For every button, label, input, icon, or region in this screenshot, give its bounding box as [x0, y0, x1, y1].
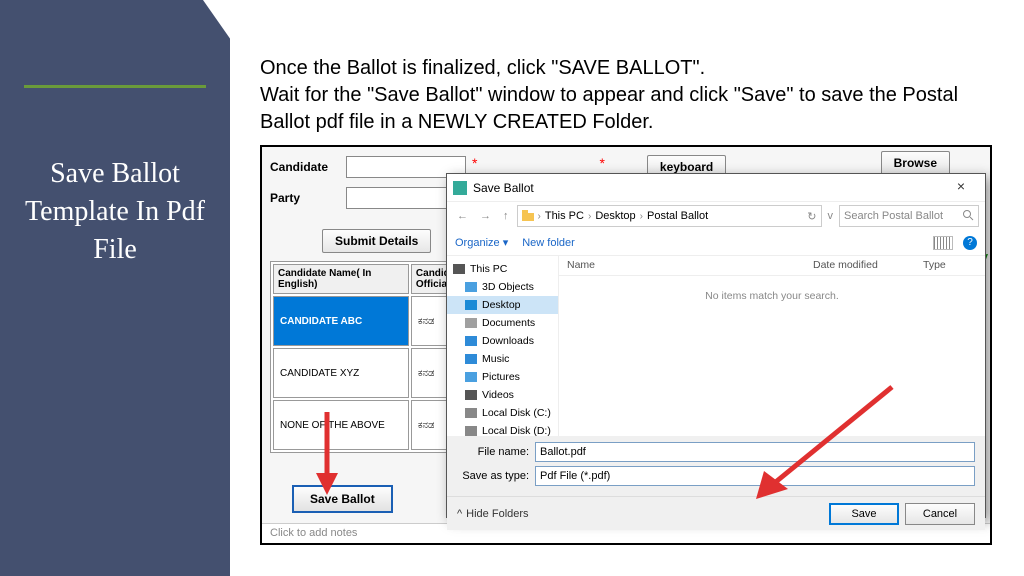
app-icon	[453, 181, 467, 195]
dialog-nav: ← → ↑ › This PC › Desktop › Postal Ballo…	[447, 202, 985, 230]
nav-item[interactable]: This PC	[447, 260, 558, 278]
new-folder-button[interactable]: New folder	[522, 237, 575, 249]
column-name[interactable]: Name	[559, 256, 805, 275]
dialog-footer: ^ Hide Folders Save Cancel	[447, 496, 985, 530]
folder-icon	[465, 354, 477, 364]
file-name-label: File name:	[457, 446, 535, 458]
save-type-label: Save as type:	[457, 470, 535, 482]
folder-icon	[465, 390, 477, 400]
nav-item[interactable]: Documents	[447, 314, 558, 332]
nav-item[interactable]: Music	[447, 350, 558, 368]
dialog-titlebar: Save Ballot ×	[447, 174, 985, 202]
required-star: *	[472, 155, 477, 171]
save-ballot-button[interactable]: Save Ballot	[292, 485, 393, 513]
party-label: Party	[270, 191, 340, 205]
view-icon[interactable]	[933, 236, 953, 250]
folder-icon	[465, 336, 477, 346]
back-icon[interactable]: ←	[453, 210, 472, 222]
required-star: *	[599, 155, 604, 171]
address-bar[interactable]: › This PC › Desktop › Postal Ballot ↻	[517, 205, 822, 227]
up-icon[interactable]: ↑	[499, 210, 513, 222]
slide-sidebar: Save Ballot Template In Pdf File	[0, 0, 230, 576]
empty-message: No items match your search.	[559, 290, 985, 302]
folder-icon	[465, 426, 477, 436]
forward-icon[interactable]: →	[476, 210, 495, 222]
close-icon[interactable]: ×	[943, 178, 979, 198]
cancel-button[interactable]: Cancel	[905, 503, 975, 525]
folder-icon	[453, 264, 465, 274]
folder-icon	[465, 318, 477, 328]
screenshot-frame: Candidate * * keyboard Browse Party Subm…	[260, 145, 992, 545]
sidebar-divider	[24, 85, 206, 88]
dialog-fields: File name: Ballot.pdf Save as type: Pdf …	[447, 436, 985, 496]
column-date[interactable]: Date modified	[805, 256, 915, 275]
nav-item[interactable]: Videos	[447, 386, 558, 404]
folder-icon	[522, 210, 534, 222]
dialog-title: Save Ballot	[473, 181, 943, 195]
search-icon	[962, 209, 974, 221]
folder-icon	[465, 282, 477, 292]
chevron-right-icon: ›	[538, 211, 541, 222]
search-input[interactable]: Search Postal Ballot	[839, 205, 979, 227]
chevron-up-icon: ^	[457, 508, 462, 520]
instruction-text: Once the Ballot is finalized, click "SAV…	[260, 55, 980, 136]
folder-icon	[465, 300, 477, 310]
nav-pane: This PC3D ObjectsDesktopDocumentsDownloa…	[447, 256, 559, 436]
column-type[interactable]: Type	[915, 256, 985, 275]
sidebar-title: Save Ballot Template In Pdf File	[10, 155, 220, 268]
save-dialog: Save Ballot × ← → ↑ › This PC › Desktop …	[446, 173, 986, 518]
hide-folders-toggle[interactable]: ^ Hide Folders	[457, 508, 529, 520]
breadcrumb-part[interactable]: Desktop	[595, 210, 635, 222]
file-name-input[interactable]: Ballot.pdf	[535, 442, 975, 462]
breadcrumb-part[interactable]: This PC	[545, 210, 584, 222]
chevron-right-icon: ›	[640, 211, 643, 222]
nav-item[interactable]: Desktop	[447, 296, 558, 314]
nav-item[interactable]: Local Disk (D:)	[447, 422, 558, 436]
folder-icon	[465, 372, 477, 382]
nav-item[interactable]: Local Disk (C:)	[447, 404, 558, 422]
browse-button[interactable]: Browse	[881, 151, 950, 175]
table-header: Candidate Name( In English)	[273, 264, 409, 294]
nav-item[interactable]: 3D Objects	[447, 278, 558, 296]
save-type-select[interactable]: Pdf File (*.pdf)	[535, 466, 975, 486]
nav-item[interactable]: Downloads	[447, 332, 558, 350]
dialog-body: This PC3D ObjectsDesktopDocumentsDownloa…	[447, 256, 985, 436]
candidate-label: Candidate	[270, 160, 340, 174]
submit-details-button[interactable]: Submit Details	[322, 229, 431, 253]
save-button[interactable]: Save	[829, 503, 899, 525]
dialog-toolbar: Organize ▾ New folder ?	[447, 230, 985, 256]
chevron-right-icon: ›	[588, 211, 591, 222]
notch-decoration	[203, 0, 231, 40]
help-icon[interactable]: ?	[963, 236, 977, 250]
content-area: Once the Ballot is finalized, click "SAV…	[260, 55, 1000, 148]
folder-icon	[465, 408, 477, 418]
file-list-pane: Name Date modified Type No items match y…	[559, 256, 985, 436]
breadcrumb-part[interactable]: Postal Ballot	[647, 210, 708, 222]
organize-menu[interactable]: Organize ▾	[455, 236, 508, 249]
nav-item[interactable]: Pictures	[447, 368, 558, 386]
refresh-icon[interactable]: ↻	[807, 210, 816, 223]
